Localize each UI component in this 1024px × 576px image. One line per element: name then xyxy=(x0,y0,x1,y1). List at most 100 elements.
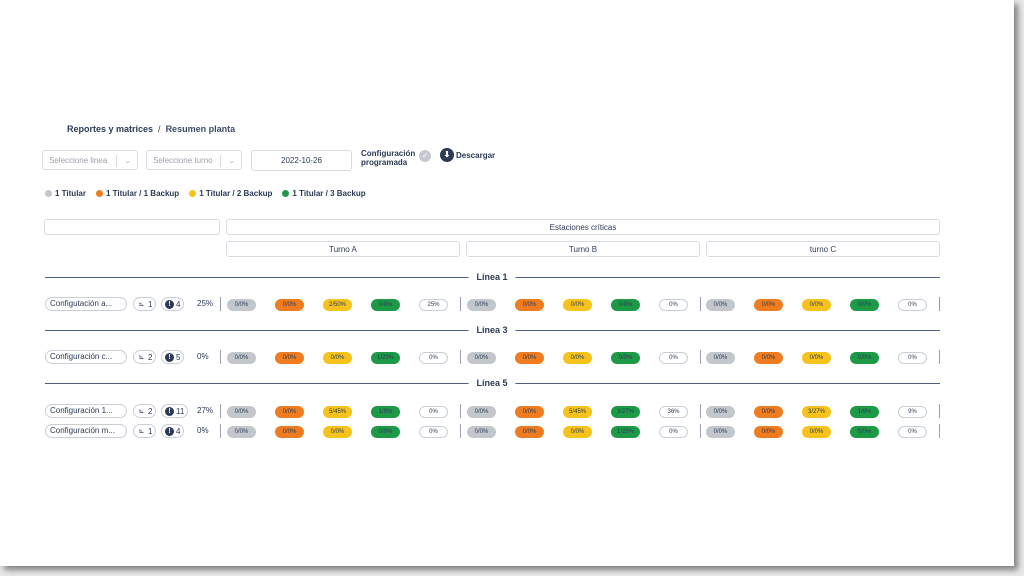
station-pill: 0% xyxy=(659,299,688,311)
people-count: 1 xyxy=(148,299,153,309)
station-pill: 5/45% xyxy=(563,406,592,418)
station-pill: 0/0% xyxy=(371,426,400,438)
alert-count-badge: ! 11 xyxy=(161,404,189,418)
column-divider xyxy=(700,350,701,364)
alert-icon: ! xyxy=(165,406,174,416)
table-row: Configuración m... ⊾ 1! 4 0% 0/0% 0/0% 0/0% 0/0%… xyxy=(45,423,945,439)
person-icon: ⊾ xyxy=(138,301,145,308)
row-percentage: 0% xyxy=(197,426,209,435)
configuration-name[interactable]: Configuración m... xyxy=(45,424,127,438)
station-pill: 0/0% xyxy=(802,299,831,311)
column-divider xyxy=(220,404,221,418)
legend-label: 1 Titular / 1 Backup xyxy=(105,189,180,198)
alert-count: 4 xyxy=(176,426,181,436)
column-divider xyxy=(700,297,701,311)
station-pill: 36% xyxy=(659,406,688,418)
station-pill: 0/0% xyxy=(754,352,783,364)
station-pill: 0/0% xyxy=(275,426,304,438)
person-icon: ⊾ xyxy=(138,354,145,361)
shift-select[interactable]: Seleccione turno ⌄ xyxy=(146,150,242,170)
download-icon[interactable]: ⬇ xyxy=(440,148,454,162)
station-pill: 0/0% xyxy=(611,299,640,311)
column-divider xyxy=(220,424,221,438)
station-pill: 0/0% xyxy=(275,352,304,364)
people-count-badge: ⊾ 1 xyxy=(133,297,157,311)
station-pill: 0/0% xyxy=(563,299,592,311)
column-divider xyxy=(460,424,461,438)
column-divider xyxy=(460,404,461,418)
station-pill: 0/0% xyxy=(754,299,783,311)
configuration-name[interactable]: Configutación a... xyxy=(45,297,127,311)
station-pill: 0/0% xyxy=(754,406,783,418)
station-pill: 0/0% xyxy=(227,406,256,418)
shift-header-b: Turno B xyxy=(466,241,700,257)
station-pill: 0% xyxy=(419,426,448,438)
row-percentage: 27% xyxy=(197,406,214,415)
station-pill: 0/0% xyxy=(275,406,304,418)
station-pill: 0% xyxy=(659,426,688,438)
alert-count: 11 xyxy=(176,406,185,416)
breadcrumb-parent[interactable]: Reportes y matrices xyxy=(67,124,153,134)
download-button[interactable]: Descargar xyxy=(456,151,495,160)
alert-count-badge: ! 5 xyxy=(161,350,185,364)
station-pill: 9% xyxy=(898,406,927,418)
legend-dot-icon xyxy=(45,190,52,197)
station-pill: 0/0% xyxy=(515,352,544,364)
shift-select-placeholder: Seleccione turno xyxy=(153,155,213,165)
station-pill: 3/27% xyxy=(802,406,831,418)
line-select-divider xyxy=(116,155,117,167)
breadcrumb-separator: / xyxy=(158,124,161,134)
station-pill: 1/25% xyxy=(611,426,640,438)
breadcrumb-current: Resumen planta xyxy=(165,124,236,134)
station-pill: 0/0% xyxy=(275,299,304,311)
station-pill: 0% xyxy=(419,352,448,364)
station-pill: 0/0% xyxy=(467,299,496,311)
station-pill: 0/0% xyxy=(515,406,544,418)
station-pill: 1/9% xyxy=(850,406,879,418)
station-pill: 0/0% xyxy=(323,352,352,364)
people-count: 2 xyxy=(148,352,153,362)
column-divider xyxy=(220,297,221,311)
column-divider xyxy=(939,297,940,311)
date-input[interactable]: 2022-10-26 xyxy=(251,150,352,171)
column-divider xyxy=(460,297,461,311)
legend-item: 1 Titular / 2 Backup xyxy=(189,189,272,198)
station-pill: 0/0% xyxy=(706,406,735,418)
station-pill: 1/20% xyxy=(371,352,400,364)
column-divider xyxy=(700,404,701,418)
shift-header-a: Turno A xyxy=(226,241,460,257)
legend-item: 1 Titular / 3 Backup xyxy=(282,189,366,198)
column-divider xyxy=(220,350,221,364)
chevron-down-icon: ⌄ xyxy=(124,156,131,165)
line-title: Línea 3 xyxy=(468,325,516,335)
station-pill: 2/50% xyxy=(323,299,352,311)
station-pill: 0/0% xyxy=(802,352,831,364)
station-pill: 5/45% xyxy=(323,406,352,418)
station-pill: 0/0% xyxy=(563,352,592,364)
legend-dot-icon xyxy=(282,190,290,197)
station-pill: 0/0% xyxy=(227,426,256,438)
legend-label: 1 Titular / 2 Backup xyxy=(199,189,273,198)
people-count: 2 xyxy=(148,406,153,416)
check-icon[interactable]: ✓ xyxy=(419,150,431,162)
alert-icon: ! xyxy=(165,352,174,362)
configuration-name[interactable]: Configuración 1... xyxy=(45,404,127,418)
station-pill: 0/0% xyxy=(611,352,640,364)
config-label-line2: programada xyxy=(361,158,408,167)
people-count-badge: ⊾ 2 xyxy=(133,404,157,418)
station-pill: 0/0% xyxy=(850,426,879,438)
station-pill: 25% xyxy=(419,299,448,311)
legend-item: 1 Titular / 1 Backup xyxy=(95,189,180,198)
station-pill: 0/0% xyxy=(323,426,352,438)
column-divider xyxy=(700,424,701,438)
person-icon: ⊾ xyxy=(138,428,145,435)
configuration-name[interactable]: Configuración c... xyxy=(45,350,127,364)
line-select[interactable]: Seleccione linea ⌄ xyxy=(42,150,138,170)
station-pill: 0/0% xyxy=(850,352,879,364)
legend-item: 1 Titular xyxy=(45,189,86,198)
page-frame: Reportes y matrices / Resumen planta Selec… xyxy=(0,0,1014,566)
column-divider xyxy=(939,350,940,364)
table-row: Configuración c... ⊾ 2 ! 5 0% 0/0% 0/0% 0/0% 1/20… xyxy=(45,349,945,365)
shift-select-divider xyxy=(220,155,221,167)
station-pill: 0/0% xyxy=(467,352,496,364)
